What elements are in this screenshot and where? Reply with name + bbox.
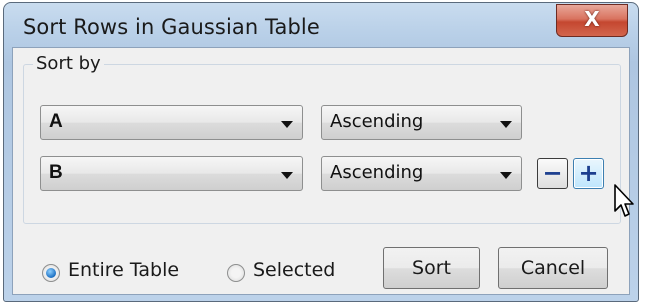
row-controls: − + bbox=[537, 158, 617, 189]
sort-order-select-1[interactable]: Ascending bbox=[321, 105, 522, 140]
sort-column-value-1: A bbox=[49, 111, 63, 132]
sort-order-value-2: Ascending bbox=[330, 162, 424, 183]
mouse-pointer-icon bbox=[614, 184, 634, 217]
title-bar[interactable]: Sort Rows in Gaussian Table X bbox=[4, 3, 638, 47]
sort-by-group bbox=[23, 64, 621, 224]
chevron-down-icon bbox=[281, 172, 293, 179]
cancel-button[interactable]: Cancel bbox=[498, 247, 608, 289]
close-icon: X bbox=[584, 7, 600, 31]
dialog-body: Sort by A Ascending B Ascending − + Enti… bbox=[12, 47, 630, 295]
sort-rows-dialog: Sort Rows in Gaussian Table X Sort by A … bbox=[3, 2, 639, 302]
sort-by-label: Sort by bbox=[33, 53, 104, 74]
sort-order-select-2[interactable]: Ascending bbox=[321, 156, 522, 191]
close-button[interactable]: X bbox=[556, 4, 628, 37]
entire-table-radio[interactable] bbox=[42, 264, 60, 282]
selected-radio[interactable] bbox=[227, 264, 245, 282]
chevron-down-icon bbox=[500, 121, 512, 128]
selected-label[interactable]: Selected bbox=[253, 259, 335, 281]
sort-column-value-2: B bbox=[49, 162, 63, 183]
sort-column-select-2[interactable]: B bbox=[40, 156, 303, 191]
add-row-button[interactable]: + bbox=[573, 158, 604, 189]
sort-order-value-1: Ascending bbox=[330, 111, 424, 132]
minus-icon: − bbox=[542, 159, 563, 187]
remove-row-button[interactable]: − bbox=[537, 158, 568, 189]
chevron-down-icon bbox=[500, 172, 512, 179]
window-title: Sort Rows in Gaussian Table bbox=[23, 15, 320, 39]
chevron-down-icon bbox=[281, 121, 293, 128]
sort-button[interactable]: Sort bbox=[383, 247, 480, 289]
entire-table-label[interactable]: Entire Table bbox=[68, 259, 179, 281]
plus-icon: + bbox=[578, 159, 599, 187]
sort-column-select-1[interactable]: A bbox=[40, 105, 303, 140]
